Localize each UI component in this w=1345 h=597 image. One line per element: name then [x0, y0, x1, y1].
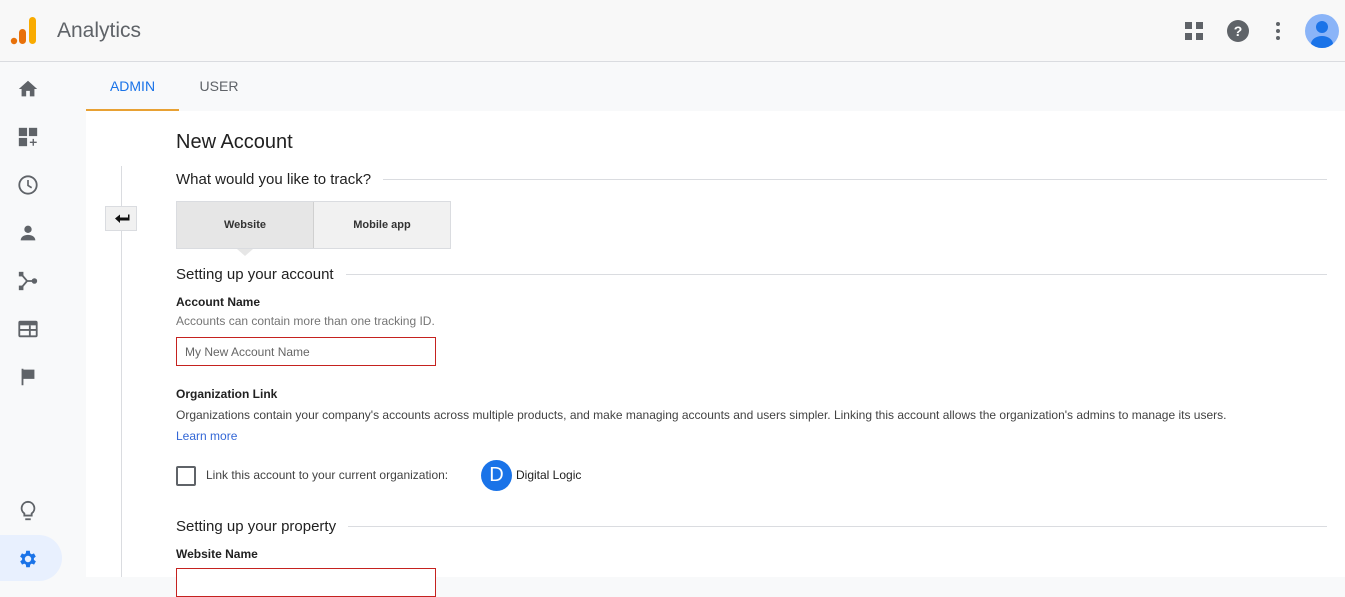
- app-title: Analytics: [57, 19, 142, 42]
- home-icon[interactable]: [17, 78, 39, 100]
- website-name-input[interactable]: [176, 568, 436, 597]
- org-avatar: D: [481, 460, 512, 491]
- page-title: New Account: [176, 131, 293, 153]
- tab-user[interactable]: USER: [186, 63, 252, 111]
- section-divider: [345, 274, 1327, 275]
- website-name-label: Website Name: [176, 547, 258, 561]
- learn-more-link[interactable]: Learn more: [176, 429, 237, 443]
- tab-admin[interactable]: ADMIN: [86, 63, 179, 111]
- website-option-button[interactable]: Website: [177, 202, 314, 248]
- svg-text:?: ?: [1234, 23, 1243, 39]
- link-org-checkbox-label[interactable]: Link this account to your current organi…: [206, 468, 448, 482]
- selected-caret: [237, 249, 253, 256]
- account-avatar-icon: [1311, 21, 1333, 48]
- account-section-heading: Setting up your account: [176, 266, 334, 283]
- person-icon[interactable]: [17, 222, 39, 244]
- org-link-label: Organization Link: [176, 387, 278, 401]
- section-divider: [348, 526, 1327, 527]
- account-name-input[interactable]: [176, 337, 436, 366]
- section-divider: [383, 179, 1327, 180]
- account-name-label: Account Name: [176, 295, 261, 309]
- top-app-bar: Analytics ?: [0, 0, 1345, 62]
- new-account-form: New Account What would you like to track…: [86, 111, 1345, 597]
- link-org-checkbox[interactable]: [176, 466, 196, 486]
- org-link-description: Organizations contain your company's acc…: [176, 408, 1227, 422]
- account-name-hint: Accounts can contain more than one track…: [176, 314, 435, 328]
- flag-icon[interactable]: [17, 366, 39, 388]
- back-button[interactable]: [105, 206, 137, 231]
- sidebar-nav: [0, 63, 86, 581]
- property-section: Setting up your property: [176, 518, 1327, 535]
- gear-icon[interactable]: [17, 548, 39, 570]
- help-icon[interactable]: ?: [1226, 19, 1250, 43]
- track-question-section: What would you like to track?: [176, 171, 1327, 188]
- more-vert-icon[interactable]: [1266, 19, 1290, 43]
- lightbulb-icon[interactable]: [17, 500, 39, 522]
- track-question-heading: What would you like to track?: [176, 171, 372, 188]
- apps-grid-icon[interactable]: [1182, 19, 1206, 43]
- acquisition-icon[interactable]: [17, 270, 39, 292]
- track-type-selector: Website Mobile app: [176, 201, 451, 249]
- mobile-app-option-button[interactable]: Mobile app: [314, 202, 450, 248]
- property-section-heading: Setting up your property: [176, 518, 337, 535]
- back-arrow-icon: [115, 214, 130, 223]
- behavior-icon[interactable]: [17, 318, 39, 340]
- clock-icon[interactable]: [17, 174, 39, 196]
- org-name: Digital Logic: [516, 468, 582, 482]
- account-section: Setting up your account: [176, 266, 1327, 283]
- admin-user-tabs: ADMIN USER: [86, 63, 1345, 111]
- account-avatar[interactable]: [1305, 14, 1339, 48]
- dashboard-add-icon[interactable]: [17, 126, 39, 148]
- analytics-logo-icon[interactable]: [10, 16, 40, 46]
